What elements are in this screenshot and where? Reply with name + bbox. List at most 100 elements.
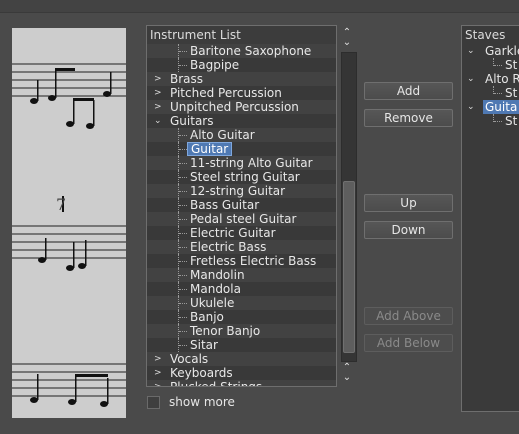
staves-item-label: St [505, 86, 518, 100]
tree-item-label: Steel string Guitar [190, 170, 300, 184]
tree-item-label: Brass [170, 72, 204, 86]
staves-tree[interactable]: ⌄GarkleSt⌄Alto RSt⌄GuitaSt [462, 44, 519, 386]
tree-item-label: Vocals [170, 352, 209, 366]
add-button[interactable]: Add [364, 82, 453, 100]
tree-category-row[interactable]: > Unpitched Percussion [147, 100, 336, 114]
tree-category-row[interactable]: > Pitched Percussion [147, 86, 336, 100]
tree-instrument-row[interactable]: Banjo [147, 310, 336, 324]
chevron-right-icon[interactable]: > [154, 86, 162, 100]
tree-item-label: Baritone Saxophone [190, 44, 312, 58]
staves-item-label: Alto R [485, 72, 519, 86]
tree-item-label: 12-string Guitar [190, 184, 286, 198]
staff-row[interactable]: St [462, 114, 519, 128]
tree-instrument-row[interactable]: 11-string Alto Guitar [147, 156, 336, 170]
tree-item-label: Mandolin [190, 268, 245, 282]
tree-connector [179, 233, 187, 234]
chevron-right-icon[interactable]: > [154, 380, 162, 386]
tree-connector [179, 135, 187, 136]
part-row[interactable]: ⌄ Garkle [462, 44, 519, 58]
tree-item-label: Bass Guitar [190, 198, 260, 212]
part-row[interactable]: ⌄ Alto R [462, 72, 519, 86]
add-above-button[interactable]: Add Above [364, 307, 453, 325]
instrument-list-scrollbar[interactable] [341, 52, 357, 362]
up-button[interactable]: Up [364, 194, 453, 212]
remove-button[interactable]: Remove [364, 109, 453, 127]
part-row[interactable]: ⌄ Guita [462, 100, 519, 114]
chevron-down-icon[interactable]: ⌄ [154, 114, 162, 128]
staves-item-label: St [505, 58, 518, 72]
tree-connector [179, 51, 187, 52]
tree-connector [179, 317, 187, 318]
chevron-right-icon[interactable]: > [154, 352, 162, 366]
tree-item-label: Keyboards [170, 366, 233, 380]
tree-connector [179, 65, 187, 66]
show-more-label: show more [169, 395, 235, 409]
tree-instrument-row[interactable]: Ukulele [147, 296, 336, 310]
tree-item-label: Alto Guitar [190, 128, 255, 142]
tree-instrument-row[interactable]: Bagpipe [147, 58, 336, 72]
down-button[interactable]: Down [364, 221, 453, 239]
tree-item-label: Unpitched Percussion [170, 100, 299, 114]
svg-text:7: 7 [56, 195, 66, 214]
tree-instrument-row[interactable]: Electric Bass [147, 240, 336, 254]
tree-connector [179, 149, 187, 150]
staves-title: Staves [465, 28, 506, 42]
tree-category-row[interactable]: ⌄ Guitars [147, 114, 336, 128]
tree-instrument-row[interactable]: Sitar [147, 338, 336, 352]
instrument-list-title: Instrument List [150, 28, 241, 42]
tree-item-label: Electric Guitar [190, 226, 276, 240]
tree-instrument-row[interactable]: Bass Guitar [147, 198, 336, 212]
tree-instrument-row[interactable]: Pedal steel Guitar [147, 212, 336, 226]
instrument-tree[interactable]: Baritone Saxophone Bagpipe > Brass > Pitched … [147, 44, 336, 386]
tree-item-label: Bagpipe [190, 58, 240, 72]
scroll-down-icon[interactable]: ⌄ [340, 373, 354, 383]
staves-item-label: St [505, 114, 518, 128]
tree-connector [179, 191, 187, 192]
chevron-down-icon[interactable]: ⌄ [467, 72, 475, 86]
tree-connector [179, 275, 187, 276]
scrollbar-thumb[interactable] [343, 181, 355, 353]
tree-connector [179, 163, 187, 164]
tree-category-row[interactable]: > Plucked Strings [147, 380, 336, 386]
tree-item-label: Sitar [190, 338, 218, 352]
tree-connector [179, 247, 187, 248]
tree-connector [179, 205, 187, 206]
tree-connector [179, 219, 187, 220]
tree-instrument-row[interactable]: Mandola [147, 282, 336, 296]
tree-connector [179, 345, 187, 346]
tree-instrument-row[interactable]: Baritone Saxophone [147, 44, 336, 58]
staff-row[interactable]: St [462, 86, 519, 100]
tree-connector [179, 289, 187, 290]
chevron-down-icon[interactable]: ⌄ [467, 100, 475, 114]
tree-item-label: Guitars [170, 114, 214, 128]
instrument-list-panel: Instrument List Baritone Saxophone Bagpip… [146, 25, 337, 387]
tree-instrument-row[interactable]: Guitar [147, 142, 336, 156]
tree-item-label: Mandola [190, 282, 241, 296]
tree-item-label: 11-string Alto Guitar [190, 156, 313, 170]
tree-category-row[interactable]: > Keyboards [147, 366, 336, 380]
tree-instrument-row[interactable]: Mandolin [147, 268, 336, 282]
chevron-right-icon[interactable]: > [154, 100, 162, 114]
tree-instrument-row[interactable]: Tenor Banjo [147, 324, 336, 338]
tree-item-label: Fretless Electric Bass [190, 254, 317, 268]
tree-instrument-row[interactable]: Steel string Guitar [147, 170, 336, 184]
chevron-right-icon[interactable]: > [154, 72, 162, 86]
tree-instrument-row[interactable]: Alto Guitar [147, 128, 336, 142]
tree-instrument-row[interactable]: Fretless Electric Bass [147, 254, 336, 268]
tree-connector [179, 303, 187, 304]
tree-connector [179, 261, 187, 262]
tree-category-row[interactable]: > Vocals [147, 352, 336, 366]
staff-row[interactable]: St [462, 58, 519, 72]
chevron-down-icon[interactable]: ⌄ [467, 44, 475, 58]
tree-instrument-row[interactable]: 12-string Guitar [147, 184, 336, 198]
show-more-checkbox[interactable] [147, 396, 160, 409]
tree-item-label: Electric Bass [190, 240, 267, 254]
top-edge [0, 0, 519, 13]
staves-item-label: Garkle [485, 44, 519, 58]
tree-instrument-row[interactable]: Electric Guitar [147, 226, 336, 240]
scroll-up-icon-secondary[interactable]: ⌄ [340, 38, 354, 48]
add-below-button[interactable]: Add Below [364, 334, 453, 352]
chevron-right-icon[interactable]: > [154, 366, 162, 380]
tree-item-label: Pitched Percussion [170, 86, 282, 100]
tree-category-row[interactable]: > Brass [147, 72, 336, 86]
